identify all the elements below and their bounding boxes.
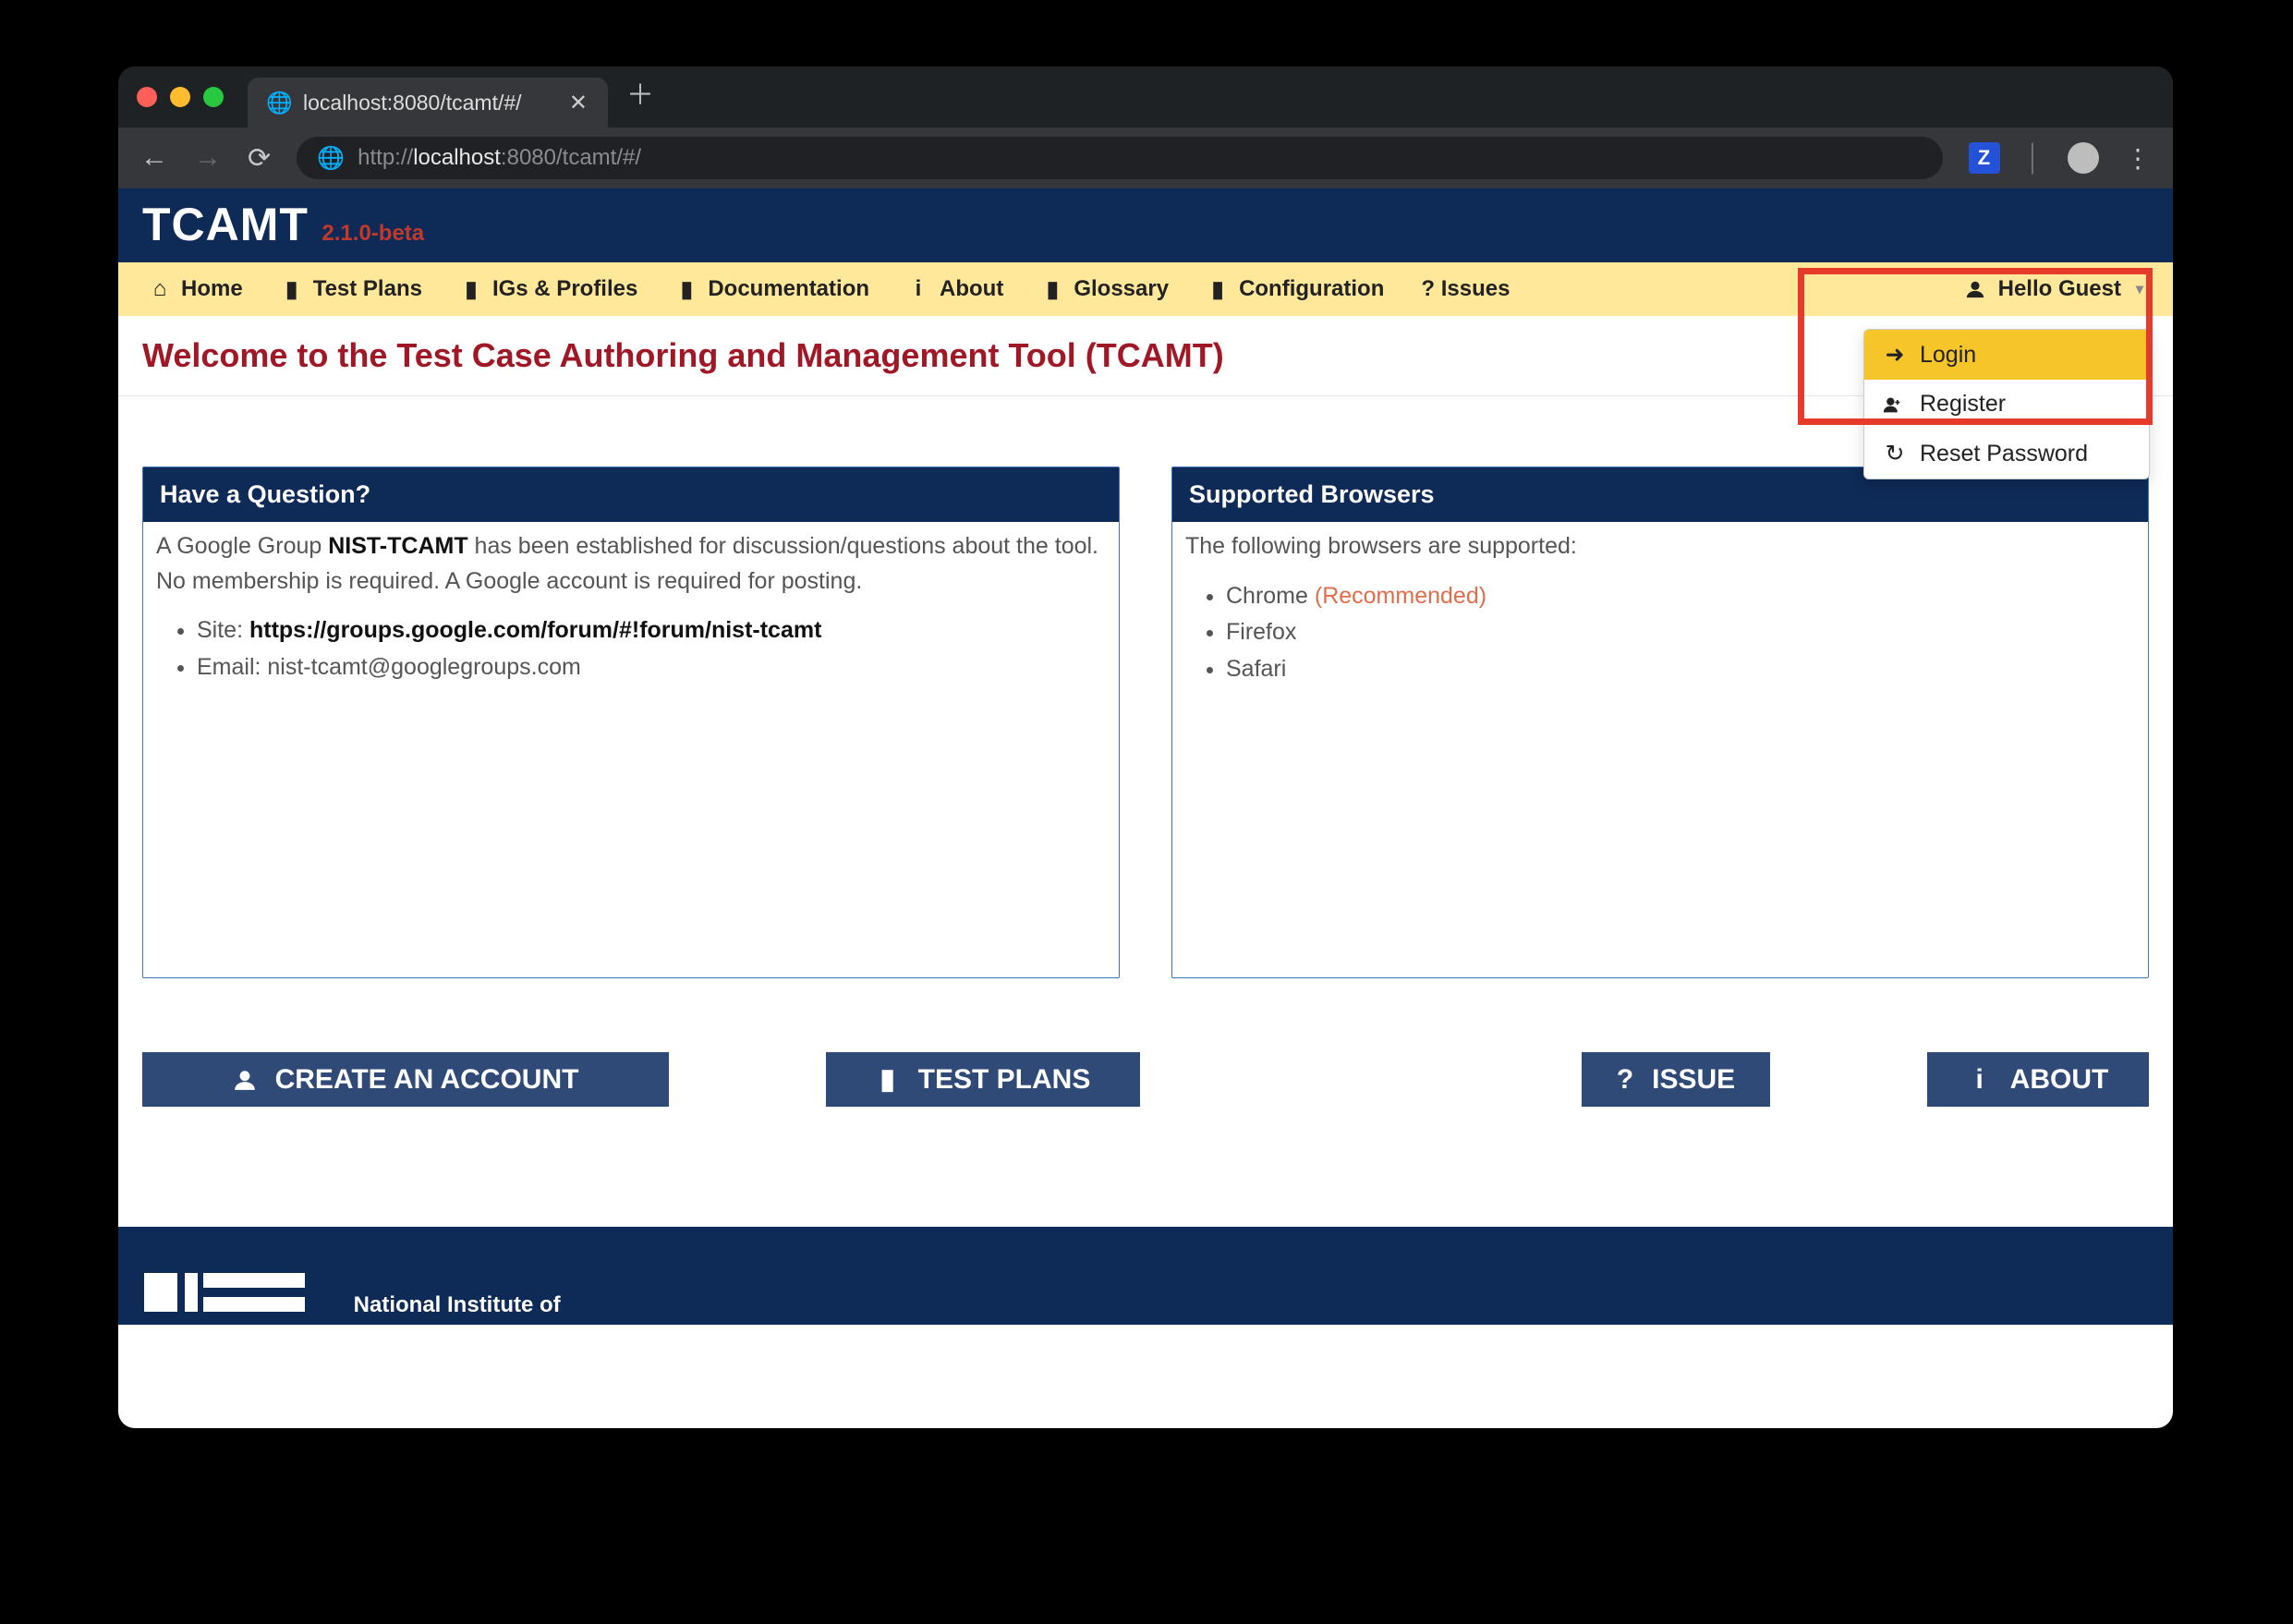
menu-register[interactable]: Register <box>1864 380 2149 429</box>
tab-strip: 🌐 localhost:8080/tcamt/#/ ✕ ＋ <box>118 67 2173 127</box>
refresh-icon: ↻ <box>1883 440 1907 467</box>
nav-configuration[interactable]: ▮Configuration <box>1206 276 1384 303</box>
browser-menu-icon[interactable]: ⋮ <box>2125 143 2151 174</box>
file-icon: ▮ <box>1206 276 1230 303</box>
question-email: Email: nist-tcamt@googlegroups.com <box>197 650 1106 685</box>
info-icon: i <box>1968 1064 1992 1096</box>
create-account-button[interactable]: CREATE AN ACCOUNT <box>142 1052 669 1107</box>
nav-about[interactable]: iAbout <box>906 276 1003 302</box>
globe-icon: 🌐 <box>266 91 290 115</box>
page: TCAMT 2.1.0-beta ⌂Home ▮Test Plans ▮IGs … <box>118 188 2173 1428</box>
book-icon: ▮ <box>459 276 483 303</box>
browser-tab[interactable]: 🌐 localhost:8080/tcamt/#/ ✕ <box>248 78 608 127</box>
url-host: localhost <box>413 145 501 170</box>
google-group-link[interactable]: https://groups.google.com/forum/#!forum/… <box>249 617 821 643</box>
browser-firefox: Firefox <box>1226 615 2135 650</box>
reload-button[interactable]: ⟳ <box>248 142 271 175</box>
user-plus-icon <box>1883 395 1907 414</box>
file-icon: ▮ <box>1040 276 1064 303</box>
site-info-icon[interactable]: 🌐 <box>317 145 341 172</box>
test-plans-button[interactable]: ▮ TEST PLANS <box>826 1052 1140 1107</box>
footer: National Institute of <box>118 1227 2173 1325</box>
tab-title: localhost:8080/tcamt/#/ <box>303 91 522 115</box>
user-menu[interactable]: Hello Guest ▾ ➜ Login Register <box>1965 276 2143 302</box>
new-tab-button[interactable]: ＋ <box>626 72 654 113</box>
chevron-down-icon: ▾ <box>2136 280 2143 298</box>
hero-banner: TCAMT 2.1.0-beta <box>118 188 2173 262</box>
user-dropdown: ➜ Login Register ↻ Reset Password <box>1863 329 2150 479</box>
user-icon <box>233 1068 257 1092</box>
info-panels: Have a Question? A Google Group NIST-TCA… <box>118 396 2173 978</box>
back-button[interactable]: ← <box>140 142 168 174</box>
file-icon: ▮ <box>674 276 698 303</box>
nav-glossary[interactable]: ▮Glossary <box>1040 276 1169 303</box>
about-button[interactable]: i ABOUT <box>1927 1052 2149 1107</box>
panel-browsers: Supported Browsers The following browser… <box>1171 467 2149 978</box>
maximize-window-icon[interactable] <box>203 87 224 107</box>
panel-browsers-body: The following browsers are supported: Ch… <box>1172 522 2148 699</box>
panel-question: Have a Question? A Google Group NIST-TCA… <box>142 467 1120 978</box>
browser-safari: Safari <box>1226 652 2135 687</box>
address-bar[interactable]: 🌐 http://localhost:8080/tcamt/#/ <box>297 137 1942 179</box>
divider: │ <box>2026 143 2043 173</box>
panel-question-title: Have a Question? <box>143 467 1119 522</box>
nav-test-plans[interactable]: ▮Test Plans <box>280 276 422 303</box>
close-tab-icon[interactable]: ✕ <box>569 90 588 116</box>
minimize-window-icon[interactable] <box>170 87 190 107</box>
app-version: 2.1.0-beta <box>322 221 424 246</box>
nav-home[interactable]: ⌂Home <box>148 276 243 302</box>
login-icon: ➜ <box>1883 341 1907 369</box>
menu-login[interactable]: ➜ Login <box>1864 330 2149 380</box>
browser-window: 🌐 localhost:8080/tcamt/#/ ✕ ＋ ← → ⟳ 🌐 ht… <box>118 67 2173 1428</box>
footer-text: National Institute of <box>354 1292 561 1317</box>
nav-issues[interactable]: ? Issues <box>1421 276 1510 302</box>
app-title: TCAMT <box>142 198 309 251</box>
question-site: Site: https://groups.google.com/forum/#!… <box>197 613 1106 648</box>
info-icon: i <box>906 276 930 302</box>
extension-badge[interactable]: Z <box>1969 142 2000 174</box>
browser-chrome: Chrome (Recommended) <box>1226 579 2135 614</box>
book-icon: ▮ <box>280 276 304 303</box>
panel-question-body: A Google Group NIST-TCAMT has been estab… <box>143 522 1119 697</box>
menu-reset-password[interactable]: ↻ Reset Password <box>1864 429 2149 479</box>
main-nav: ⌂Home ▮Test Plans ▮IGs & Profiles ▮Docum… <box>118 262 2173 316</box>
issue-button[interactable]: ? ISSUE <box>1582 1052 1770 1107</box>
user-greeting: Hello Guest <box>1998 276 2121 302</box>
user-icon <box>1965 279 1989 299</box>
question-icon: ? <box>1617 1064 1633 1096</box>
book-icon: ▮ <box>876 1063 900 1096</box>
nav-igs-profiles[interactable]: ▮IGs & Profiles <box>459 276 637 303</box>
nist-logo <box>144 1273 329 1312</box>
toolbar: ← → ⟳ 🌐 http://localhost:8080/tcamt/#/ Z… <box>118 127 2173 188</box>
action-buttons: CREATE AN ACCOUNT ▮ TEST PLANS ? ISSUE i… <box>118 978 2173 1107</box>
url-scheme: http:// <box>358 145 413 170</box>
home-icon: ⌂ <box>148 276 172 302</box>
forward-button[interactable]: → <box>194 142 222 174</box>
close-window-icon[interactable] <box>137 87 157 107</box>
window-controls <box>137 67 224 127</box>
profile-avatar[interactable] <box>2068 142 2099 174</box>
nav-documentation[interactable]: ▮Documentation <box>674 276 869 303</box>
